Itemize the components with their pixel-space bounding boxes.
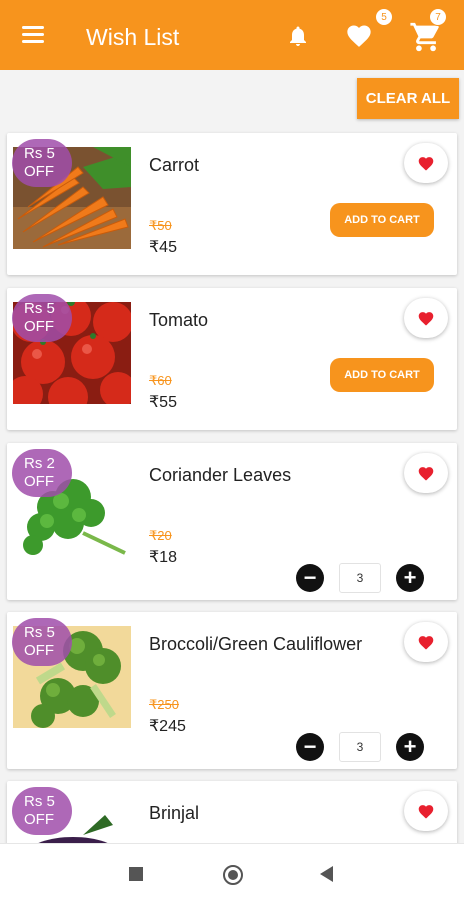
- hamburger-menu-icon[interactable]: [22, 26, 44, 44]
- add-to-cart-button[interactable]: ADD TO CART: [330, 203, 434, 237]
- heart-icon: [418, 157, 434, 171]
- square-recents-icon[interactable]: [129, 867, 143, 881]
- triangle-back-icon[interactable]: [320, 866, 334, 882]
- wishlist-item-broccoli: Rs 5 OFF Broccoli/Green Cauliflower ₹250 …: [7, 612, 457, 769]
- remove-favorite-button[interactable]: [404, 298, 448, 338]
- system-navigation-bar: [0, 843, 464, 900]
- wishlist-item-tomato: Rs 5 OFF Tomato ₹60 ₹55 ADD TO CART: [7, 288, 457, 430]
- bell-icon[interactable]: [286, 24, 310, 48]
- heart-icon: [418, 636, 434, 650]
- quantity-field[interactable]: 3: [339, 732, 381, 762]
- remove-favorite-button[interactable]: [404, 143, 448, 183]
- add-to-cart-button[interactable]: ADD TO CART: [330, 358, 434, 392]
- discount-badge: Rs 5 OFF: [12, 294, 72, 342]
- quantity-stepper: − 3 +: [296, 563, 424, 593]
- decrement-button[interactable]: −: [296, 733, 324, 761]
- remove-favorite-button[interactable]: [404, 791, 448, 831]
- decrement-button[interactable]: −: [296, 564, 324, 592]
- item-mrp: ₹20: [149, 528, 172, 543]
- wishlist-count-badge: 5: [375, 8, 393, 26]
- item-price: ₹245: [149, 718, 186, 735]
- cart-count-badge: 7: [429, 8, 447, 26]
- item-name: Broccoli/Green Cauliflower: [149, 634, 363, 654]
- increment-button[interactable]: +: [396, 564, 424, 592]
- item-name: Tomato: [149, 310, 209, 330]
- clear-all-button[interactable]: CLEAR ALL: [357, 78, 459, 119]
- heart-icon: [418, 312, 434, 326]
- heart-icon: [418, 467, 434, 481]
- page-title: Wish List: [86, 24, 180, 50]
- item-mrp: ₹50: [149, 218, 172, 233]
- discount-badge: Rs 5 OFF: [12, 787, 72, 835]
- item-price: ₹18: [149, 549, 177, 566]
- item-name: Brinjal: [149, 803, 200, 823]
- item-price: ₹45: [149, 239, 177, 256]
- heart-icon: [418, 805, 434, 819]
- wishlist-item-coriander: Rs 2 OFF Coriander Leaves ₹20 ₹18 − 3 +: [7, 443, 457, 600]
- item-mrp: ₹250: [149, 697, 179, 712]
- discount-badge: Rs 2 OFF: [12, 449, 72, 497]
- circle-home-icon[interactable]: [222, 864, 244, 886]
- wishlist-heart-icon[interactable]: [343, 22, 375, 50]
- wishlist-item-carrot: Rs 5 OFF Carrot ₹50 ₹45 ADD TO CART: [7, 133, 457, 275]
- item-name: Carrot: [149, 155, 200, 175]
- discount-badge: Rs 5 OFF: [12, 618, 72, 666]
- app-bar: Wish List 5 7: [0, 0, 464, 70]
- increment-button[interactable]: +: [396, 733, 424, 761]
- remove-favorite-button[interactable]: [404, 622, 448, 662]
- quantity-field[interactable]: 3: [339, 563, 381, 593]
- discount-badge: Rs 5 OFF: [12, 139, 72, 187]
- item-price: ₹55: [149, 394, 177, 411]
- remove-favorite-button[interactable]: [404, 453, 448, 493]
- item-mrp: ₹60: [149, 373, 172, 388]
- item-name: Coriander Leaves: [149, 465, 292, 485]
- quantity-stepper: − 3 +: [296, 732, 424, 762]
